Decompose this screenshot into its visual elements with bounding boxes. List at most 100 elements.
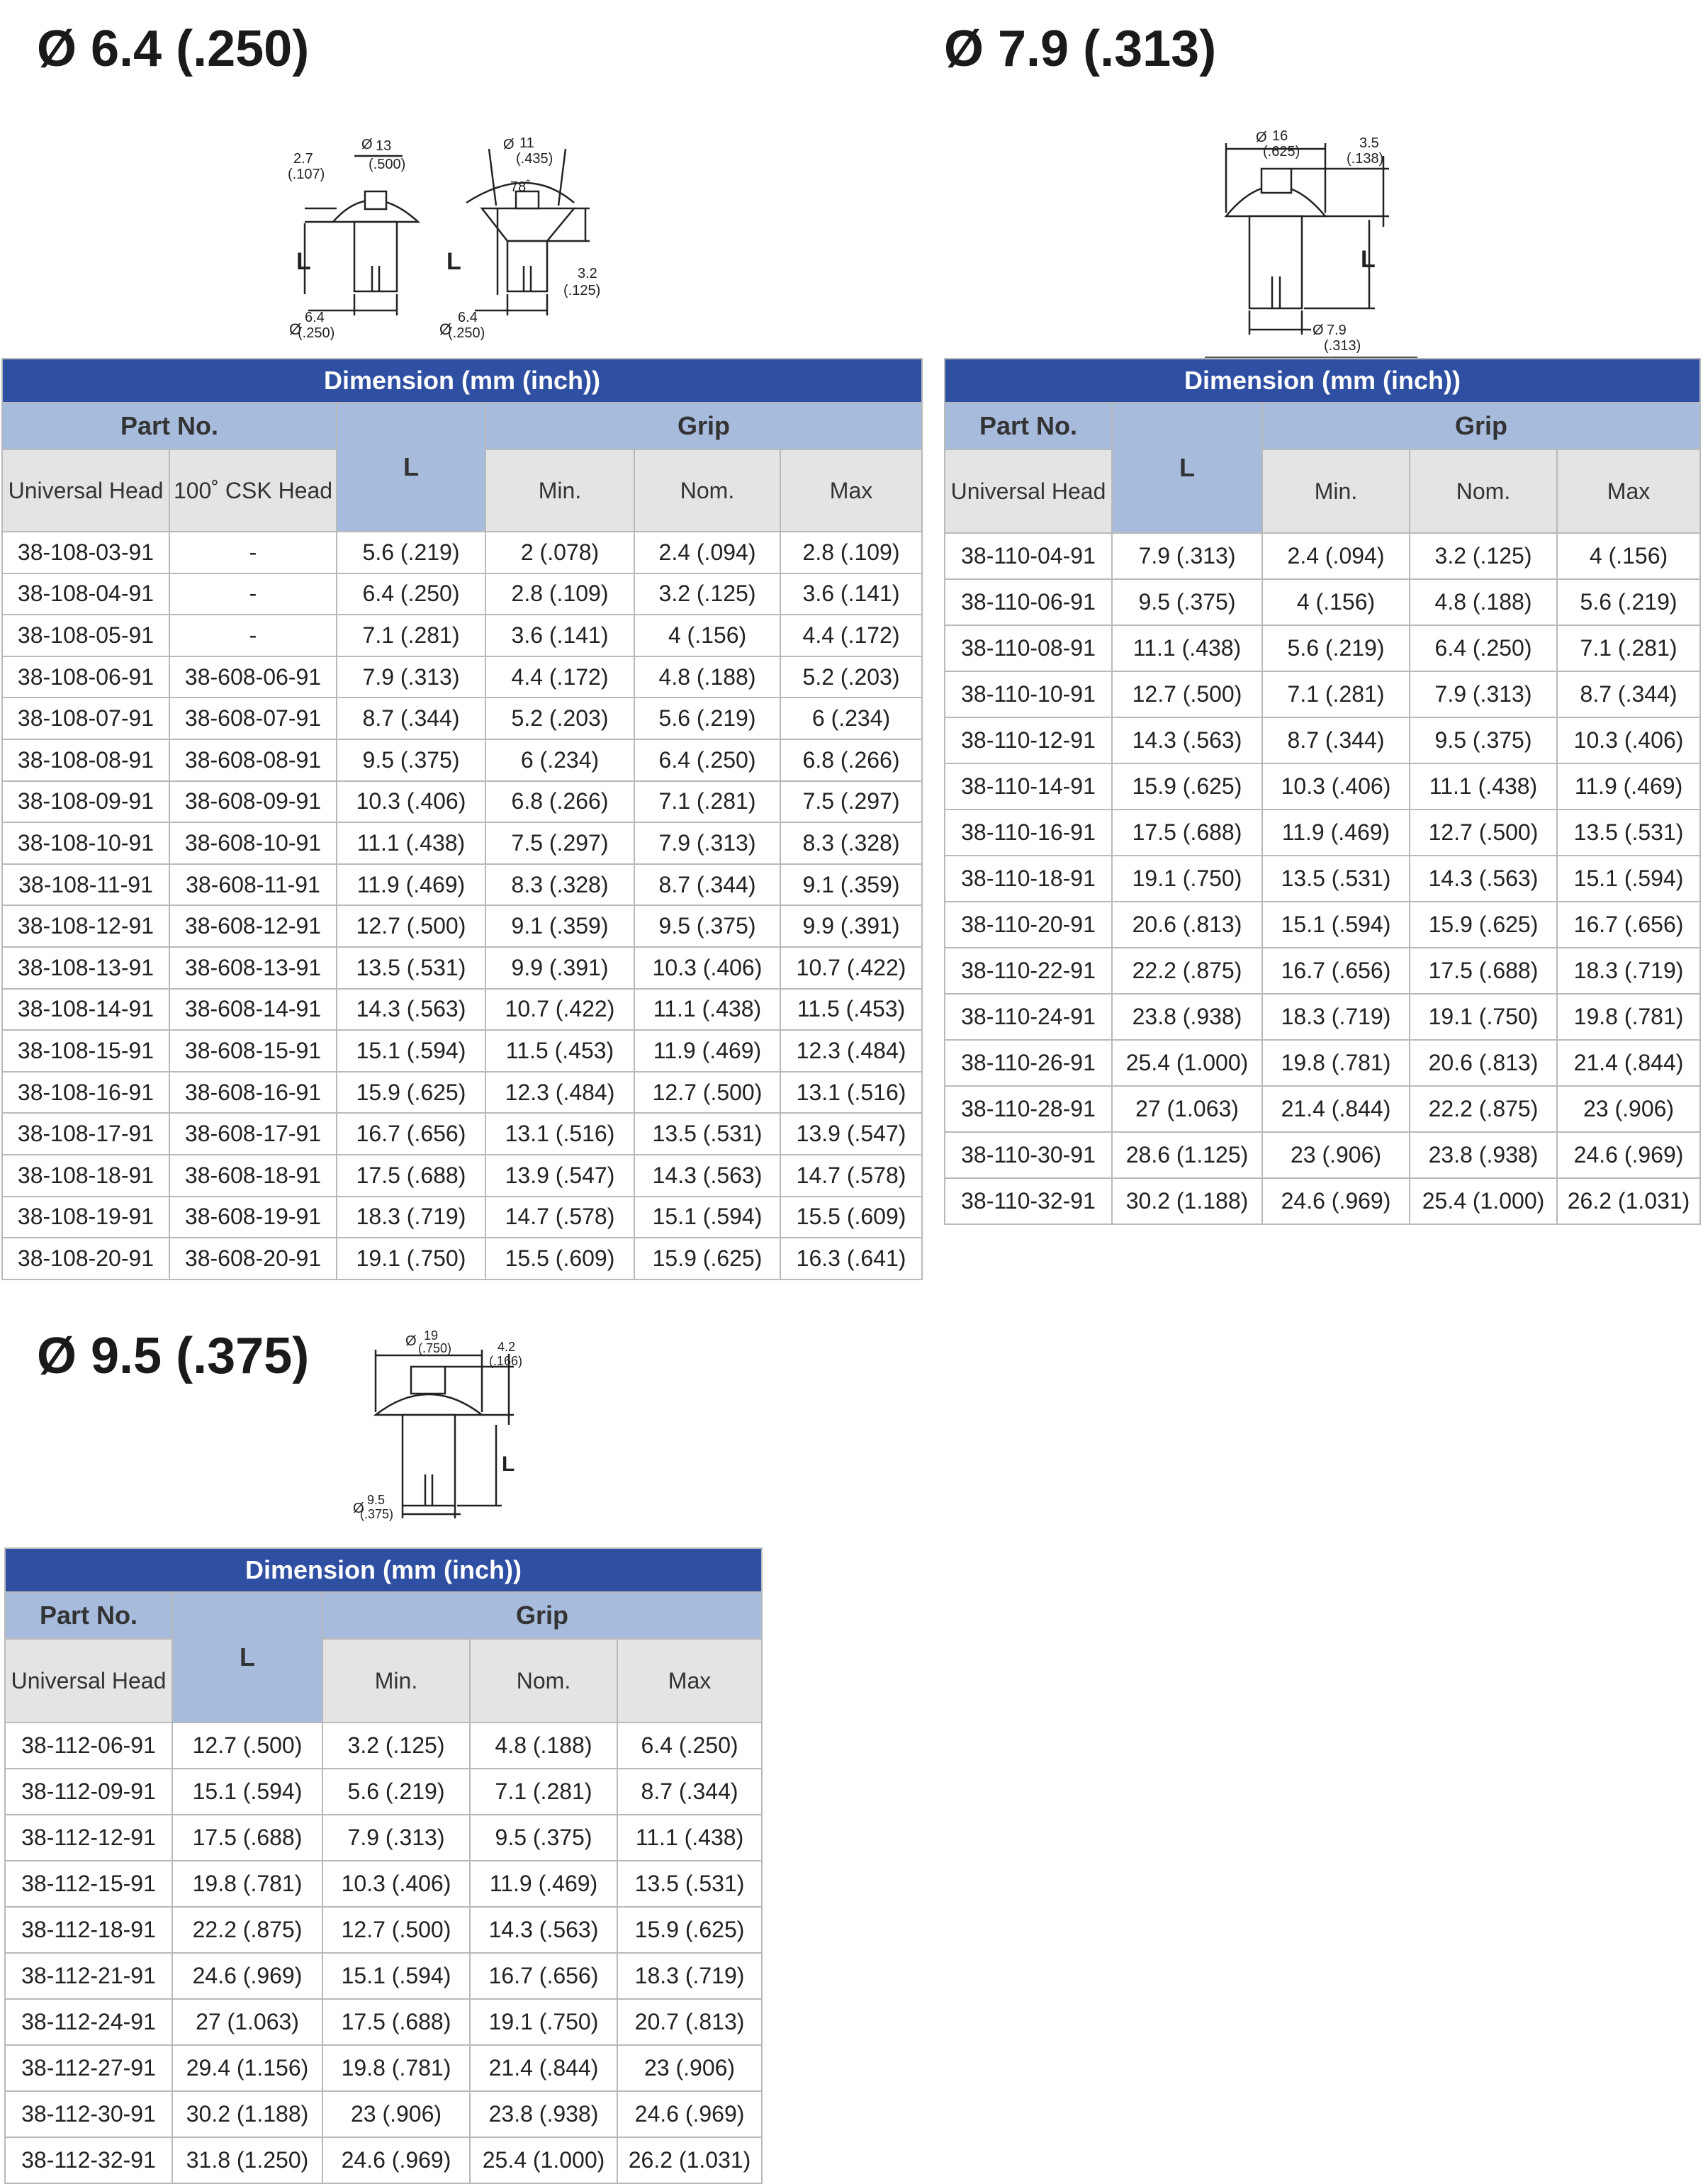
table-row: 38-112-27-91 29.4 (1.156) 19.8 (.781) 21.4 …: [4, 2044, 763, 2092]
table-cell: 9.5 (.375): [336, 738, 486, 782]
table-row: 38-108-06-91 38-608-06-91 7.9 (.313) 4.4 (.…: [1, 655, 923, 699]
table-row: 38-112-24-91 27 (1.063) 17.5 (.688) 19.1 (.…: [4, 1998, 763, 2046]
table-cell: 20.6 (.813): [1111, 901, 1263, 948]
svg-text:9.5: 9.5: [367, 1493, 385, 1507]
table-row: 38-112-30-91 30.2 (1.188) 23 (.906) 23.8 (.…: [4, 2090, 763, 2138]
table-cell: 38-608-11-91: [169, 863, 337, 907]
svg-text:6.4: 6.4: [458, 310, 478, 325]
table-cell: 6.8 (.266): [485, 780, 635, 824]
table-cell: 6.8 (.266): [779, 738, 923, 782]
table-row: 38-110-04-91 7.9 (.313) 2.4 (.094) 3.2 (.12…: [944, 532, 1702, 580]
table-cell: 2 (.078): [485, 531, 635, 574]
grip-nom-header: Nom.: [469, 1638, 618, 1723]
grip-min-header: Min.: [322, 1638, 471, 1723]
table-cell: 38-112-27-91: [4, 2044, 173, 2092]
table-cell: 9.1 (.359): [779, 863, 923, 907]
table-cell: 21.4 (.844): [469, 2044, 618, 2092]
table-cell: 3.6 (.141): [779, 572, 923, 616]
section-title-9-5: Ø 9.5 (.375): [37, 1328, 310, 1384]
table-row: 38-110-08-91 11.1 (.438) 5.6 (.219) 6.4 (.2…: [944, 625, 1702, 672]
table-row: 38-108-05-91-7.1 (.281) 3.6 (.141) 4 (.156…: [1, 614, 923, 657]
table-cell: 30.2 (1.188): [1111, 1177, 1263, 1225]
table-cell: 3.2 (.125): [322, 1722, 471, 1769]
svg-text:(.435): (.435): [516, 151, 553, 167]
table-cell: 38-108-03-91: [1, 531, 170, 574]
table-row: 38-108-16-91 38-608-16-91 15.9 (.625) 12.3 …: [1, 1070, 923, 1114]
table-cell: 38-608-20-91: [169, 1237, 337, 1280]
table-row: 38-108-09-91 38-608-09-91 10.3 (.406) 6.8 (…: [1, 780, 923, 824]
table-row: 38-112-09-91 15.1 (.594) 5.6 (.219) 7.1 (.2…: [4, 1768, 763, 1815]
table-row: 38-108-10-91 38-608-10-91 11.1 (.438) 7.5 (…: [1, 822, 923, 865]
svg-text:16: 16: [1272, 128, 1288, 144]
svg-text:Ø: Ø: [405, 1333, 417, 1349]
table-cell: 38-608-10-91: [169, 822, 337, 865]
table-cell: 38-110-08-91: [944, 625, 1113, 672]
table-cell: 24.6 (.969): [1261, 1177, 1410, 1225]
rivet-table-7-9: Dimension (mm (inch)) Part No. L Grip Un…: [943, 358, 1702, 1225]
table-cell: 10.3 (.406): [336, 780, 486, 824]
table-cell: 25.4 (1.000): [1409, 1177, 1558, 1225]
table-row: 38-110-30-91 28.6 (1.125) 23 (.906) 23.8 (.…: [944, 1131, 1702, 1179]
table-row: 38-108-20-91 38-608-20-91 19.1 (.750) 15.5 …: [1, 1237, 923, 1280]
table-cell: 15.5 (.609): [779, 1195, 923, 1239]
table-cell: 8.7 (.344): [1556, 671, 1702, 718]
table-cell: 4.8 (.188): [469, 1722, 618, 1769]
table-cell: 24.6 (.969): [172, 1952, 323, 2000]
table-row: 38-108-15-91 38-608-15-91 15.1 (.594) 11.5 …: [1, 1029, 923, 1073]
table-cell: 24.6 (.969): [322, 2137, 471, 2184]
table-cell: 13.9 (.547): [779, 1112, 923, 1155]
grip-max-header: Max: [779, 449, 923, 532]
svg-text:L: L: [502, 1452, 515, 1476]
table-cell: 38-112-12-91: [4, 1814, 173, 1861]
table-row: 38-110-14-91 15.9 (.625) 10.3 (.406) 11.1 (…: [944, 763, 1702, 810]
grip-min-header: Min.: [1261, 449, 1410, 534]
table-cell: -: [169, 531, 337, 574]
table-cell: 13.1 (.516): [779, 1070, 923, 1114]
table-cell: 38-608-18-91: [169, 1153, 337, 1197]
table-cell: -: [169, 572, 337, 616]
table-cell: 8.7 (.344): [634, 863, 781, 907]
svg-text:(.166): (.166): [489, 1354, 522, 1368]
table-cell: 5.6 (.219): [1261, 625, 1410, 672]
part-no-header: Part No.: [1, 402, 337, 450]
table-row: 38-112-15-91 19.8 (.781) 10.3 (.406) 11.9 (…: [4, 1860, 763, 1908]
table-cell: 15.9 (.625): [336, 1070, 486, 1114]
table-cell: 12.7 (.500): [322, 1906, 471, 1954]
table-cell: 19.1 (.750): [1111, 855, 1263, 902]
svg-text:78˚: 78˚: [510, 179, 531, 195]
grip-max-header: Max: [1556, 449, 1702, 534]
table-cell: 14.3 (.563): [634, 1153, 781, 1197]
table-cell: 38-108-13-91: [1, 946, 170, 990]
table-cell: 13.5 (.531): [634, 1112, 781, 1155]
table-cell: -: [169, 614, 337, 657]
table-row: 38-108-08-91 38-608-08-91 9.5 (.375) 6 (.23…: [1, 738, 923, 782]
universal-head-header: Universal Head: [1, 449, 170, 532]
rivet-diagram-7-9: Ø 16 (.625) 3.5 (.138) L Ø 7.9 (.313): [1205, 128, 1417, 362]
table-cell: 19.8 (.781): [322, 2044, 471, 2092]
table-cell: 10.7 (.422): [485, 987, 635, 1031]
table-cell: 38-108-12-91: [1, 905, 170, 948]
svg-text:Ø: Ø: [361, 137, 373, 152]
table-row: 38-108-04-91-6.4 (.250) 2.8 (.109) 3.2 (.1…: [1, 572, 923, 616]
table-cell: 3.2 (.125): [1409, 532, 1558, 580]
table-cell: 11.1 (.438): [1409, 763, 1558, 810]
table-cell: 17.5 (.688): [1409, 947, 1558, 995]
table-cell: 10.3 (.406): [322, 1860, 471, 1908]
table-cell: 19.8 (.781): [1556, 993, 1702, 1041]
table-cell: 2.8 (.109): [485, 572, 635, 616]
table-cell: 38-110-18-91: [944, 855, 1113, 902]
grip-header: Grip: [1261, 402, 1702, 450]
svg-text:L: L: [446, 248, 461, 275]
table-row: 38-112-12-91 17.5 (.688) 7.9 (.313) 9.5 (.3…: [4, 1814, 763, 1861]
svg-text:7.9: 7.9: [1327, 323, 1347, 338]
table-cell: 38-108-11-91: [1, 863, 170, 907]
table-cell: 19.8 (.781): [172, 1860, 323, 1908]
table-cell: 10.3 (.406): [1261, 763, 1410, 810]
table-row: 38-108-19-91 38-608-19-91 18.3 (.719) 14.7 …: [1, 1195, 923, 1239]
table-cell: 15.1 (.594): [322, 1952, 471, 2000]
table-cell: 7.5 (.297): [485, 822, 635, 865]
table-cell: 9.9 (.391): [485, 946, 635, 990]
l-header: L: [336, 402, 486, 532]
table-cell: 7.9 (.313): [1409, 671, 1558, 718]
table-row: 38-108-17-91 38-608-17-91 16.7 (.656) 13.1 …: [1, 1112, 923, 1155]
